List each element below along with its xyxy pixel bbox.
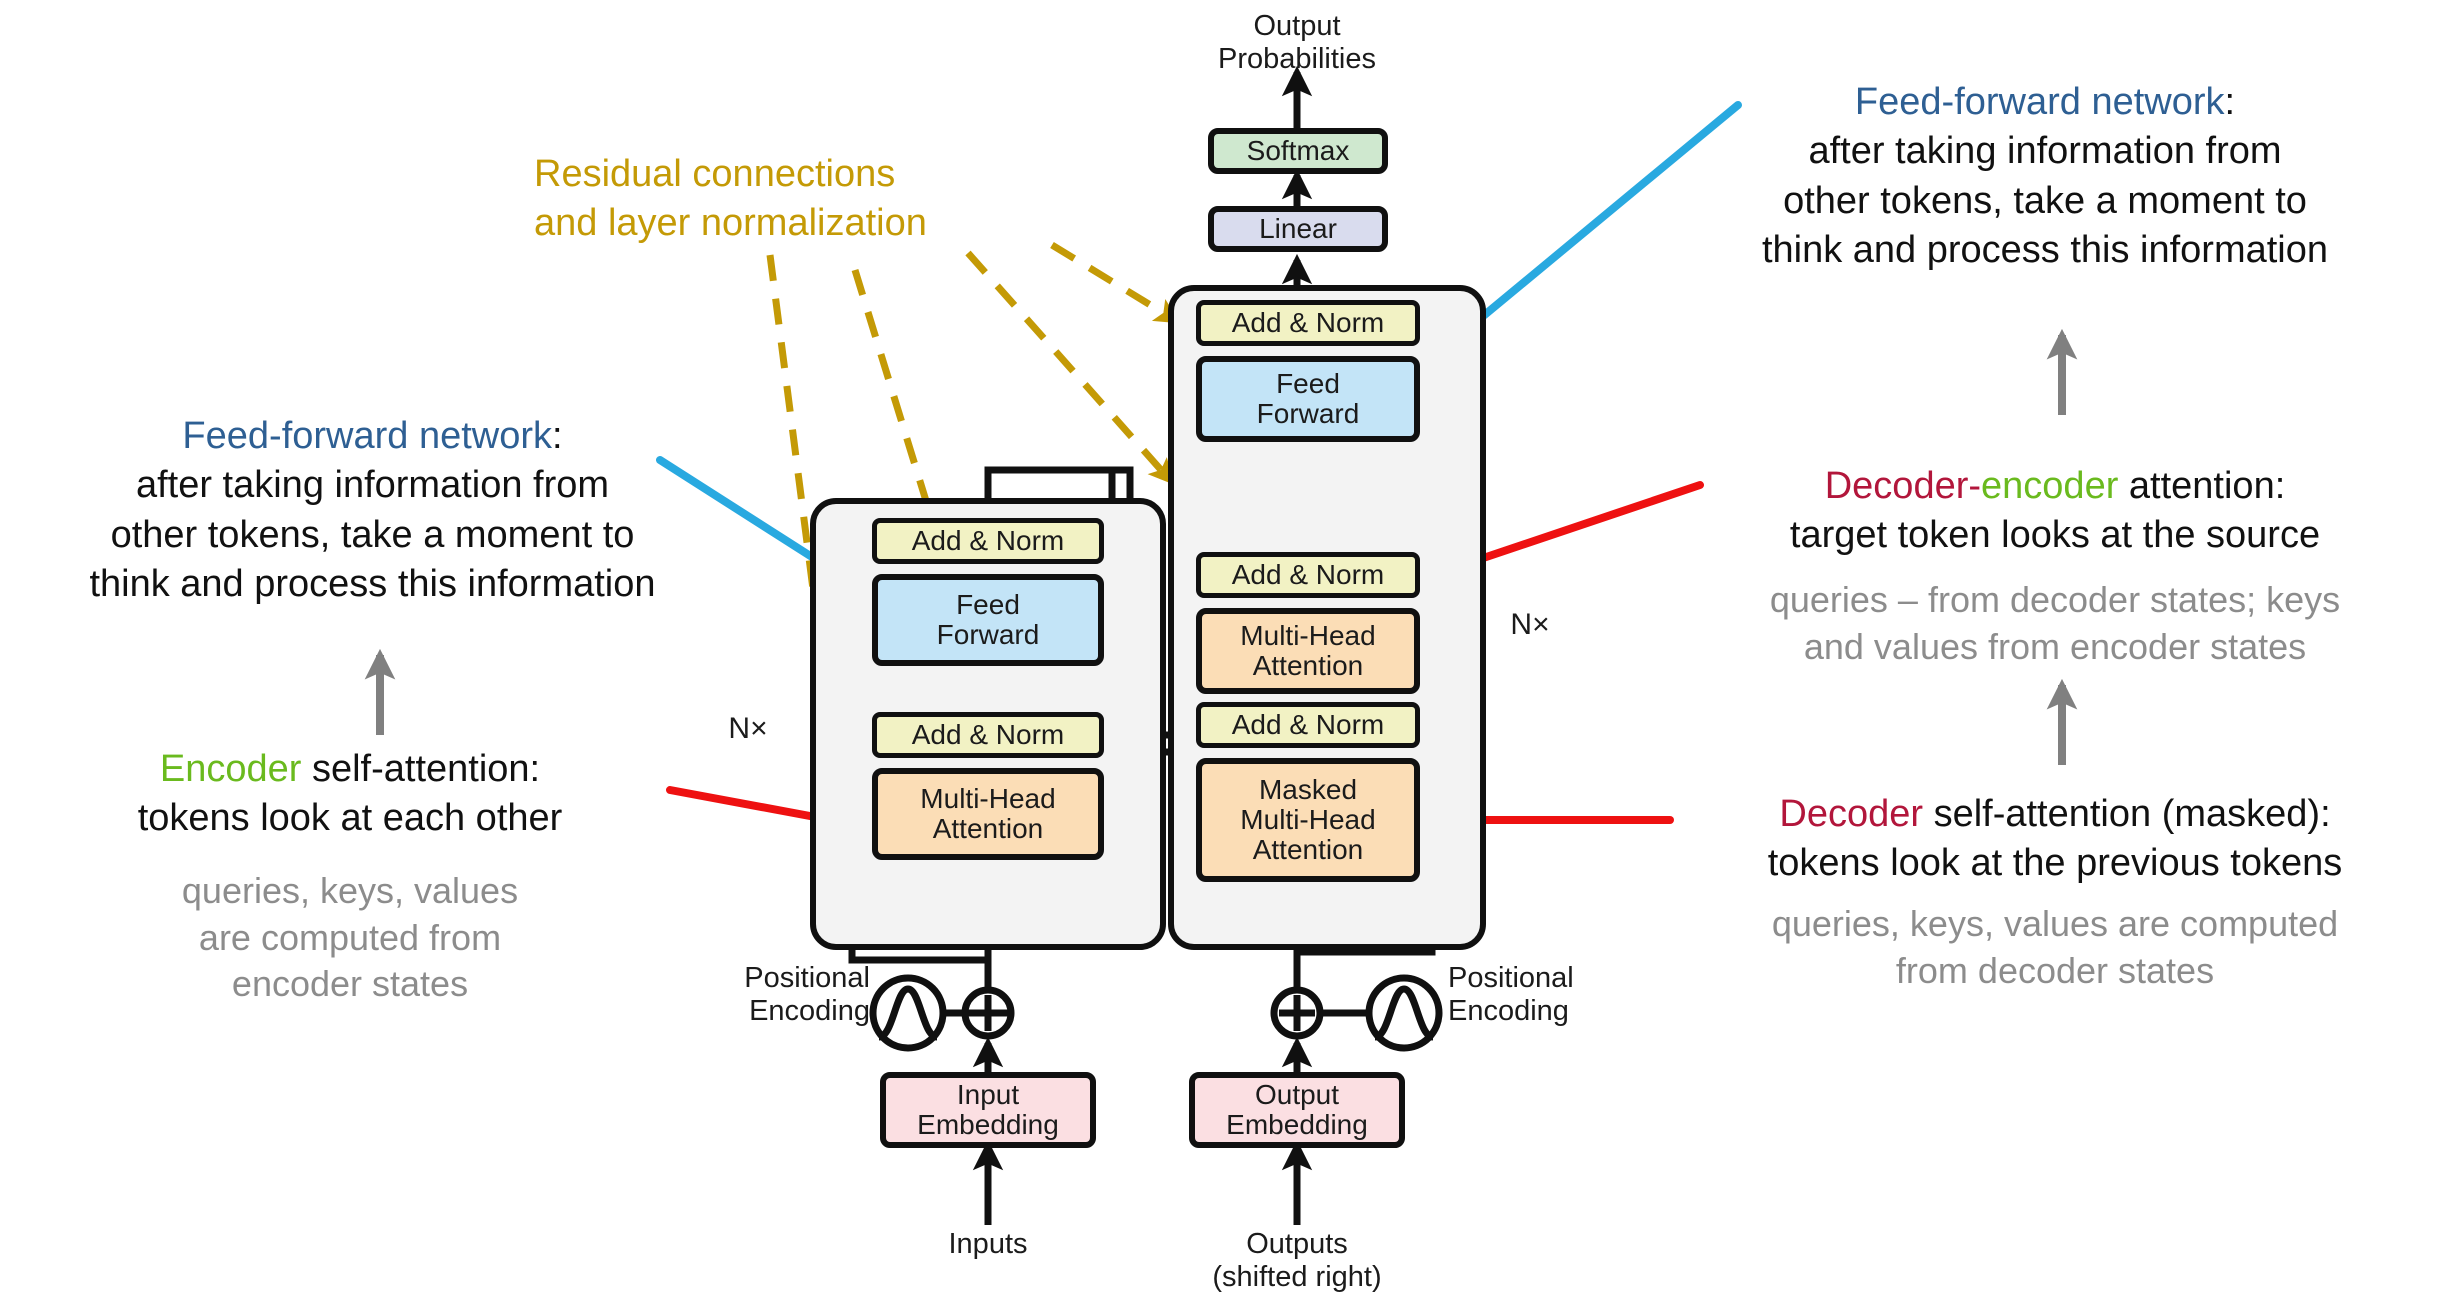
annotation-decoder-encoder-attention: Decoder-encoder attention: target token …: [1650, 462, 2460, 670]
ffn-left-title-tail: :: [552, 415, 563, 457]
decoder-encoder-title-dash: -: [1968, 465, 1982, 507]
decoder-add-norm-mid[interactable]: Add & Norm: [1196, 552, 1420, 598]
decoder-encoder-sub-1: queries – from decoder states; keys: [1769, 578, 2341, 620]
annotation-ffn-left: Feed-forward network: after taking infor…: [0, 412, 745, 610]
decoder-feed-forward-label: Feed Forward: [1256, 368, 1360, 429]
ffn-right-body-1: after taking information from: [1808, 130, 2282, 173]
decoder-self-attention-title: Decoder self-attention (masked):: [1650, 790, 2460, 839]
decoder-self-attention-body-1: tokens look at the previous tokens: [1767, 842, 2343, 885]
input-embedding-box[interactable]: Input Embedding: [880, 1072, 1096, 1148]
gold-arrow-2: [851, 268, 942, 537]
outputs-label: Outputs (shifted right): [1212, 1228, 1382, 1294]
output-embedding-box[interactable]: Output Embedding: [1189, 1072, 1405, 1148]
encoder-feed-forward-label: Feed Forward: [936, 589, 1040, 650]
encoder-self-attention-sub-2: are computed from: [198, 916, 502, 958]
decoder-add-norm-top[interactable]: Add & Norm: [1196, 300, 1420, 346]
encoder-positional-adder: [869, 974, 1015, 1052]
ffn-left-body-2: other tokens, take a moment to: [110, 513, 635, 556]
decoder-encoder-title-part1: Decoder: [1824, 465, 1969, 507]
output-embedding-label: Output Embedding: [1226, 1079, 1368, 1140]
annotation-decoder-self-attention: Decoder self-attention (masked): tokens …: [1650, 790, 2460, 994]
softmax-box[interactable]: Softmax: [1208, 128, 1388, 174]
residual-line-2: and layer normalization: [534, 202, 927, 245]
sine-circle-icon: [1365, 974, 1443, 1052]
ffn-right-body-3: think and process this information: [1761, 229, 2329, 272]
inputs-label: Inputs: [948, 1228, 1028, 1260]
ffn-right-title-tail: :: [2224, 81, 2236, 123]
annotation-encoder-self-attention: Encoder self-attention: tokens look at e…: [50, 745, 650, 1008]
decoder-positional-adder: [1270, 974, 1443, 1052]
decoder-masked-attention[interactable]: Masked Multi-Head Attention: [1196, 758, 1420, 882]
linear-box[interactable]: Linear: [1208, 206, 1388, 252]
residual-line-1: Residual connections: [534, 153, 896, 195]
ffn-left-body-1: after taking information from: [135, 464, 610, 507]
gold-arrow-4: [1050, 242, 1181, 324]
decoder-self-attention-title-tail: self-attention (masked):: [1923, 793, 2331, 835]
encoder-self-attention-body-1: tokens look at each other: [137, 797, 563, 840]
encoder-self-attention-sub-1: queries, keys, values: [181, 869, 519, 911]
decoder-encoder-sub-2: and values from encoder states: [1803, 625, 2307, 667]
annotation-ffn-right: Feed-forward network: after taking infor…: [1630, 78, 2460, 276]
input-embedding-label: Input Embedding: [917, 1079, 1059, 1140]
annotation-residual-connections: Residual connections and layer normaliza…: [534, 150, 1054, 249]
decoder-feed-forward[interactable]: Feed Forward: [1196, 356, 1420, 442]
ffn-right-body-2: other tokens, take a moment to: [1783, 179, 2307, 222]
encoder-feed-forward[interactable]: Feed Forward: [872, 574, 1104, 666]
decoder-self-attention-sub-2: from decoder states: [1895, 949, 2215, 991]
ffn-left-title: Feed-forward network:: [0, 412, 745, 461]
encoder-add-norm-top[interactable]: Add & Norm: [872, 518, 1104, 564]
decoder-encoder-title-part2: encoder: [1981, 465, 2119, 507]
encoder-repeat-label: N×: [728, 712, 768, 745]
decoder-encoder-title-tail: attention:: [2118, 465, 2286, 507]
decoder-encoder-attention-title: Decoder-encoder attention:: [1650, 462, 2460, 511]
encoder-self-attention-title-colored: Encoder: [159, 748, 302, 790]
ffn-left-body-3: think and process this information: [89, 563, 656, 606]
decoder-encoder-body-1: target token looks at the source: [1789, 514, 2321, 557]
encoder-add-norm-bottom[interactable]: Add & Norm: [872, 712, 1104, 758]
encoder-self-attention-title-tail: self-attention:: [301, 748, 541, 790]
encoder-self-attention-sub-3: encoder states: [231, 963, 469, 1005]
encoder-multi-head-attention[interactable]: Multi-Head Attention: [872, 768, 1104, 860]
decoder-cross-attention[interactable]: Multi-Head Attention: [1196, 608, 1420, 694]
ffn-right-title-colored: Feed-forward network: [1854, 81, 2225, 123]
decoder-self-attention-title-colored: Decoder: [1779, 793, 1924, 835]
decoder-masked-attention-label: Masked Multi-Head Attention: [1240, 774, 1376, 865]
output-probabilities-label: Output Probabilities: [1218, 10, 1376, 76]
decoder-add-norm-bottom[interactable]: Add & Norm: [1196, 702, 1420, 748]
ffn-right-title: Feed-forward network:: [1630, 78, 2460, 127]
gold-arrow-3: [965, 250, 1175, 485]
sine-circle-icon: [869, 974, 947, 1052]
decoder-repeat-label: N×: [1510, 608, 1550, 641]
encoder-positional-encoding-label: Positional Encoding: [744, 962, 870, 1028]
decoder-positional-encoding-label: Positional Encoding: [1448, 962, 1574, 1028]
decoder-self-attention-sub-1: queries, keys, values are computed: [1771, 902, 2339, 944]
transformer-architecture-figure: Softmax Linear Add & Norm Feed Forward A…: [0, 0, 2461, 1310]
ffn-left-title-colored: Feed-forward network: [182, 415, 553, 457]
encoder-self-attention-title: Encoder self-attention:: [50, 745, 650, 794]
decoder-cross-attention-label: Multi-Head Attention: [1240, 620, 1376, 681]
encoder-multi-head-attention-label: Multi-Head Attention: [920, 783, 1056, 844]
